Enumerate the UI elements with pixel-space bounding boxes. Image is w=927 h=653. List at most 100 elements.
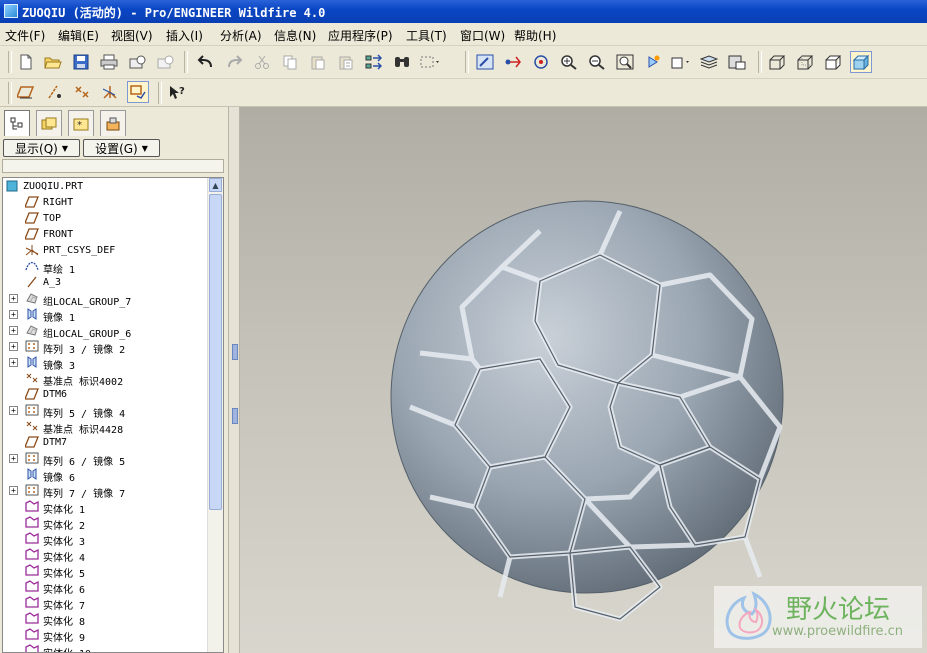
chevron-down-icon: ▼ [141, 143, 148, 153]
wireframe-icon[interactable] [766, 51, 788, 73]
copy-icon[interactable] [279, 51, 301, 73]
new-file-icon[interactable] [15, 51, 37, 73]
tree-item[interactable]: PRT_CSYS_DEF [3, 243, 208, 259]
tree-item[interactable]: 实体化 8 [3, 611, 208, 628]
tree-item[interactable]: 实体化 9 [3, 627, 208, 644]
menu-info[interactable]: 信息(N) [274, 27, 316, 44]
tree-item[interactable]: + 镜像 3 [3, 355, 208, 372]
tree-item[interactable]: A_3 [3, 275, 208, 291]
tree-item[interactable]: + 阵列 7 / 镜像 7 [3, 483, 208, 500]
no-hidden-icon[interactable] [822, 51, 844, 73]
tree-item[interactable]: 草绘 1 [3, 259, 208, 276]
paste-icon[interactable] [307, 51, 329, 73]
save-icon[interactable] [70, 51, 92, 73]
graphics-viewport[interactable] [240, 107, 927, 653]
tree-item[interactable]: 实体化 7 [3, 595, 208, 612]
paste-special-icon[interactable] [335, 51, 357, 73]
tree-item[interactable]: 实体化 3 [3, 531, 208, 548]
tree-item[interactable]: DTM6 [3, 387, 208, 403]
menu-file[interactable]: 文件(F) [5, 27, 45, 44]
tree-item[interactable]: 实体化 5 [3, 563, 208, 580]
model-tree-tab-icon[interactable] [4, 110, 30, 136]
layers-icon[interactable] [698, 51, 720, 73]
cut-icon[interactable] [251, 51, 273, 73]
menu-view[interactable]: 视图(V) [111, 27, 153, 44]
tree-item[interactable]: FRONT [3, 227, 208, 243]
expand-icon[interactable]: + [9, 342, 18, 351]
expand-icon[interactable]: + [9, 486, 18, 495]
tree-root-item[interactable]: ZUOQIU.PRT [3, 179, 208, 195]
csys-display-icon[interactable] [99, 81, 121, 103]
view-manager-icon[interactable] [642, 51, 664, 73]
tree-item[interactable]: TOP [3, 211, 208, 227]
datum-axis-display-icon[interactable] [43, 81, 65, 103]
folder-browser-tab-icon[interactable] [36, 110, 62, 136]
datum-point-display-icon[interactable] [71, 81, 93, 103]
panel-splitter[interactable] [228, 107, 240, 653]
tree-item[interactable]: 镜像 6 [3, 467, 208, 484]
toolbar-separator [158, 82, 162, 104]
tree-item[interactable]: DTM7 [3, 435, 208, 451]
tree-item[interactable]: 基准点 标识4428 [3, 419, 208, 436]
send-mail-icon[interactable] [126, 51, 148, 73]
model-setup-icon[interactable] [726, 51, 748, 73]
tree-item[interactable]: RIGHT [3, 195, 208, 211]
settings-dropdown[interactable]: 设置(G) ▼ [83, 139, 160, 157]
menu-insert[interactable]: 插入(I) [166, 27, 203, 44]
print-icon[interactable] [98, 51, 120, 73]
scroll-thumb[interactable] [209, 194, 222, 510]
saved-views-icon[interactable] [670, 51, 692, 73]
tree-item[interactable]: 实体化 2 [3, 515, 208, 532]
tree-item[interactable]: + 组LOCAL_GROUP_6 [3, 323, 208, 340]
find-icon[interactable] [391, 51, 413, 73]
repaint-icon[interactable] [474, 51, 496, 73]
orient-icon[interactable] [530, 51, 552, 73]
regenerate-icon[interactable] [363, 51, 385, 73]
spin-center-icon[interactable] [502, 51, 524, 73]
connections-tab-icon[interactable] [100, 110, 126, 136]
menu-applications[interactable]: 应用程序(P) [328, 27, 393, 44]
solidify-icon [25, 628, 39, 642]
tree-item[interactable]: 实体化 6 [3, 579, 208, 596]
tree-item[interactable]: 实体化 4 [3, 547, 208, 564]
annotation-display-icon[interactable] [127, 81, 149, 103]
expand-icon[interactable]: + [9, 406, 18, 415]
tree-item[interactable]: + 阵列 5 / 镜像 4 [3, 403, 208, 420]
expand-icon[interactable]: + [9, 358, 18, 367]
tree-item[interactable]: + 镜像 1 [3, 307, 208, 324]
tree-item[interactable]: + 组LOCAL_GROUP_7 [3, 291, 208, 308]
undo-icon[interactable] [195, 51, 217, 73]
menu-help[interactable]: 帮助(H) [514, 27, 556, 44]
show-dropdown[interactable]: 显示(Q) ▼ [3, 139, 80, 157]
redo-icon[interactable] [223, 51, 245, 73]
menu-analysis[interactable]: 分析(A) [220, 27, 262, 44]
select-box-icon[interactable] [419, 51, 441, 73]
open-file-icon[interactable] [42, 51, 64, 73]
tree-scrollbar[interactable]: ▲ [207, 178, 223, 652]
refit-icon[interactable] [614, 51, 636, 73]
send-mail-attach-icon[interactable] [154, 51, 176, 73]
scroll-up-arrow-icon[interactable]: ▲ [209, 178, 222, 192]
expand-icon[interactable]: + [9, 294, 18, 303]
menu-edit[interactable]: 编辑(E) [58, 27, 99, 44]
zoom-in-icon[interactable] [558, 51, 580, 73]
favorites-tab-icon[interactable]: * [68, 110, 94, 136]
context-help-icon[interactable]: ? [166, 81, 188, 103]
collapse-right-icon[interactable] [232, 408, 238, 424]
menu-window[interactable]: 窗口(W) [460, 27, 505, 44]
tree-item[interactable]: + 阵列 3 / 镜像 2 [3, 339, 208, 356]
hidden-line-icon[interactable] [794, 51, 816, 73]
tree-item[interactable]: 基准点 标识4002 [3, 371, 208, 388]
expand-icon[interactable]: + [9, 326, 18, 335]
expand-icon[interactable]: + [9, 310, 18, 319]
tree-item[interactable]: 实体化 1 [3, 499, 208, 516]
expand-icon[interactable]: + [9, 454, 18, 463]
menu-tools[interactable]: 工具(T) [406, 27, 447, 44]
shading-icon[interactable] [850, 51, 872, 73]
collapse-left-icon[interactable] [232, 344, 238, 360]
tree-item[interactable]: 实体化 10 [3, 643, 208, 652]
tree-item-label: 实体化 7 [43, 601, 86, 612]
datum-plane-display-icon[interactable] [15, 81, 37, 103]
tree-item[interactable]: + 阵列 6 / 镜像 5 [3, 451, 208, 468]
zoom-out-icon[interactable] [586, 51, 608, 73]
